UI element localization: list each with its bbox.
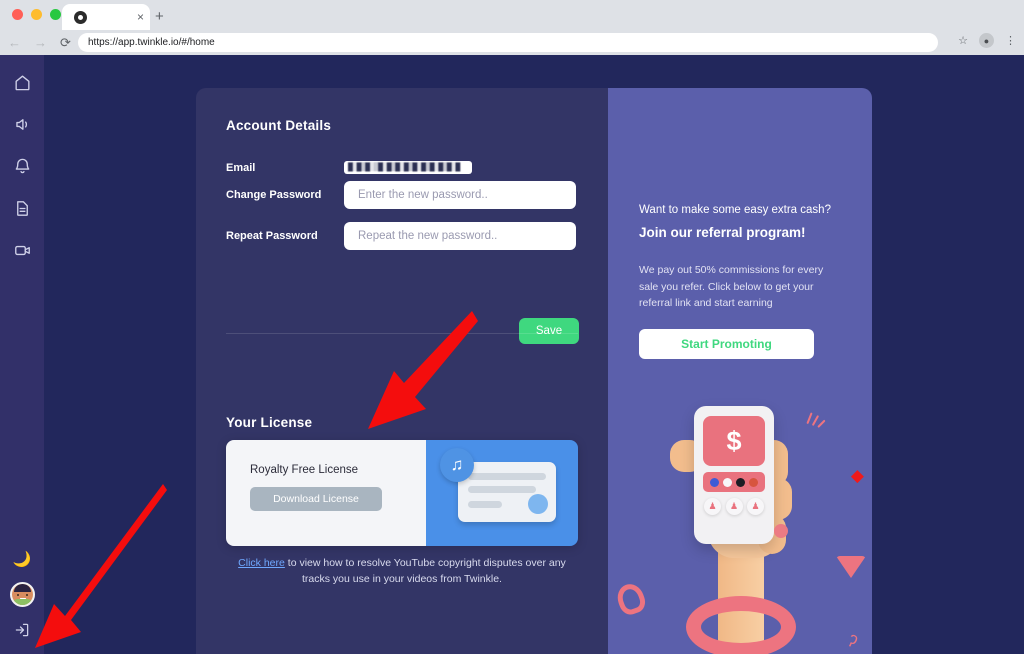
maximize-window-button[interactable]: [50, 9, 61, 20]
repeat-password-row: Repeat Password: [226, 222, 576, 250]
navigation-buttons: ← → ⟳: [8, 33, 71, 52]
license-footnote-text: to view how to resolve YouTube copyright…: [284, 557, 566, 585]
window-controls[interactable]: [12, 9, 61, 20]
change-password-row: Change Password: [226, 181, 576, 209]
email-label: Email: [226, 161, 256, 174]
loop-shape: [613, 580, 649, 618]
logout-icon[interactable]: [13, 621, 31, 644]
tab-favicon-icon: [74, 10, 87, 24]
change-password-label: Change Password: [226, 189, 322, 201]
curl-shape-icon: ʔ: [844, 631, 860, 652]
license-name: Royalty Free License: [250, 464, 359, 476]
person-icon: ♟: [747, 498, 764, 515]
sidebar-item-documents[interactable]: [11, 197, 33, 219]
app-root: × + ← → ⟳ https://app.twinkle.io/#/home …: [0, 0, 1024, 654]
person-icon: ♟: [704, 498, 721, 515]
license-section-title: Your License: [226, 415, 313, 430]
browser-chrome: × + ← → ⟳ https://app.twinkle.io/#/home …: [0, 0, 1024, 55]
sidebar-bottom: 🌙: [0, 550, 44, 644]
color-dot: [710, 477, 719, 487]
avatar-eyes: [16, 594, 28, 596]
license-doc-line: [468, 473, 546, 480]
license-card-info: Royalty Free License Download License: [226, 440, 426, 546]
triangle-shape: [836, 556, 866, 578]
illustration-color-dots: [703, 472, 765, 492]
referral-question: Want to make some easy extra cash?: [639, 204, 831, 216]
sidebar-item-videos[interactable]: [11, 239, 33, 261]
sidebar-item-notifications[interactable]: [11, 155, 33, 177]
browser-titlebar: × +: [0, 0, 1024, 30]
resolve-disputes-link[interactable]: Click here: [238, 557, 285, 569]
browser-menu-icon[interactable]: ⋮: [1005, 34, 1016, 47]
app-body: 🌙 Account Details Email █░█▒█░▒█░█▒█░█▒█…: [0, 55, 1024, 654]
section-divider: [226, 333, 578, 334]
browser-tab[interactable]: ×: [62, 4, 150, 30]
email-value-field: █░█▒█░▒█░█▒█░█▒█░█▒█░█▒█░█: [344, 161, 472, 174]
license-illustration: ♫: [426, 440, 578, 546]
email-row: Email █░█▒█░▒█░█▒█░█▒█░█▒█░█▒█░█: [226, 161, 472, 174]
sidebar-item-sounds[interactable]: [11, 113, 33, 135]
illustration-bracelet: [686, 596, 796, 654]
address-bar[interactable]: https://app.twinkle.io/#/home: [78, 33, 938, 52]
license-doc-line: [468, 501, 502, 508]
license-doc-seal: [528, 494, 548, 514]
sparkle-icon: [806, 412, 826, 428]
page-title: Account Details: [226, 118, 332, 133]
email-value-redacted: █░█▒█░▒█░█▒█░█▒█░█▒█░█▒█░█: [348, 163, 460, 172]
color-dot: [736, 477, 745, 487]
close-window-button[interactable]: [12, 9, 23, 20]
bolt-shape-icon: ◆: [850, 466, 864, 485]
illustration-knob: [774, 524, 788, 538]
license-card[interactable]: Royalty Free License Download License ♫: [226, 440, 578, 546]
repeat-password-label: Repeat Password: [226, 230, 318, 242]
referral-illustration: $ ♟ ♟ ♟ ◆ ʔ: [608, 388, 872, 654]
music-note-icon: ♫: [440, 448, 474, 482]
sidebar-item-home[interactable]: [11, 71, 33, 93]
address-bar-url: https://app.twinkle.io/#/home: [88, 37, 215, 48]
referral-headline: Join our referral program!: [639, 225, 806, 240]
download-license-button[interactable]: Download License: [250, 487, 382, 511]
change-password-input[interactable]: [344, 181, 576, 209]
color-dot: [749, 477, 758, 487]
save-button[interactable]: Save: [519, 318, 579, 344]
repeat-password-input[interactable]: [344, 222, 576, 250]
license-footnote: Click here to view how to resolve YouTub…: [226, 555, 578, 587]
illustration-user-buttons: ♟ ♟ ♟: [704, 498, 764, 515]
theme-toggle-moon-icon[interactable]: 🌙: [13, 550, 32, 568]
avatar[interactable]: [9, 582, 35, 607]
browser-toolbar: ← → ⟳ https://app.twinkle.io/#/home ☆ ● …: [0, 30, 1024, 55]
illustration-phone: $ ♟ ♟ ♟: [694, 406, 788, 544]
forward-icon[interactable]: →: [34, 33, 47, 52]
start-promoting-button[interactable]: Start Promoting: [639, 329, 814, 359]
close-tab-icon[interactable]: ×: [137, 11, 144, 23]
new-tab-button[interactable]: +: [155, 8, 164, 25]
minimize-window-button[interactable]: [31, 9, 42, 20]
person-icon: ♟: [725, 498, 743, 515]
avatar-shirt: [11, 599, 33, 605]
account-panel: Account Details Email █░█▒█░▒█░█▒█░█▒█░█…: [196, 88, 608, 654]
reload-icon[interactable]: ⟳: [60, 33, 71, 52]
referral-panel: Want to make some easy extra cash? Join …: [608, 88, 872, 654]
color-dot: [723, 477, 732, 487]
browser-profile-icon[interactable]: ●: [979, 33, 994, 48]
sidebar: 🌙: [0, 55, 44, 654]
bookmark-star-icon[interactable]: ☆: [958, 34, 968, 47]
license-doc-line: [468, 486, 536, 493]
dollar-symbol-icon: $: [703, 416, 765, 466]
avatar-hair: [13, 584, 31, 592]
back-icon[interactable]: ←: [8, 33, 21, 52]
referral-body: We pay out 50% commissions for every sal…: [639, 264, 824, 309]
toolbar-actions: ☆ ● ⋮: [958, 33, 1016, 48]
